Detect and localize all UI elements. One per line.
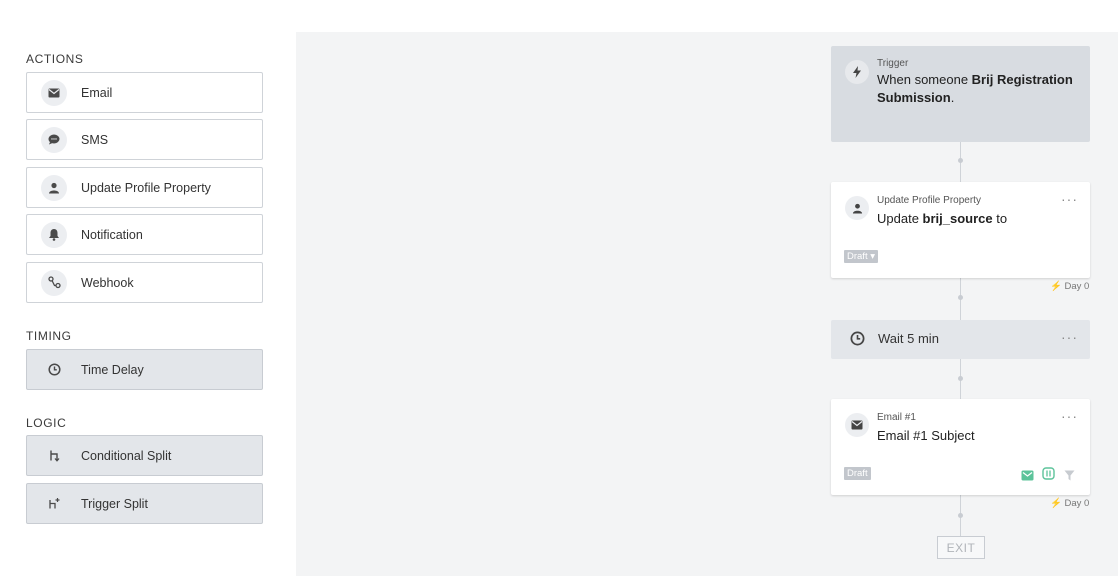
webhook-icon: [41, 269, 67, 296]
day-label: ⚡ Day 0: [1050, 498, 1090, 509]
connector-dot: [958, 376, 963, 381]
trigger-split-icon: [41, 491, 67, 517]
action-sms[interactable]: SMS: [26, 119, 263, 160]
exit-node: EXIT: [937, 536, 985, 559]
connector-dot: [958, 158, 963, 163]
draft-status-dropdown[interactable]: Draft ▾: [844, 250, 878, 263]
sidebar: ACTIONS Email SMS Update Profile Propert…: [0, 0, 296, 576]
action-update-profile-property-label: Update Profile Property: [81, 180, 211, 195]
email-content-icon[interactable]: [1021, 468, 1034, 486]
action-update-profile-property[interactable]: Update Profile Property: [26, 167, 263, 208]
email-card[interactable]: Email #1 ··· Email #1 Subject Draft: [831, 399, 1090, 495]
action-webhook-label: Webhook: [81, 275, 134, 290]
envelope-icon: [41, 79, 67, 106]
trigger-text-prefix: When someone: [877, 72, 972, 87]
update-profile-description: Update brij_source to: [877, 210, 1007, 228]
logic-trigger-split[interactable]: Trigger Split: [26, 483, 263, 524]
wait-more-button[interactable]: ···: [1061, 329, 1078, 345]
update-text-prefix: Update: [877, 211, 923, 226]
wait-text: Wait 5 min: [878, 331, 939, 346]
connector-dot: [958, 513, 963, 518]
action-webhook[interactable]: Webhook: [26, 262, 263, 303]
chat-bubble-icon: [41, 126, 67, 153]
email-label: Email #1: [877, 412, 916, 423]
envelope-icon: [845, 413, 869, 437]
person-icon: [41, 174, 67, 201]
logic-trigger-split-label: Trigger Split: [81, 496, 148, 511]
connector-dot: [958, 295, 963, 300]
update-profile-more-button[interactable]: ···: [1061, 191, 1078, 207]
bell-icon: [41, 221, 67, 248]
split-icon: [41, 443, 67, 469]
action-sms-label: SMS: [81, 132, 109, 147]
logic-conditional-split[interactable]: Conditional Split: [26, 435, 263, 476]
update-text-bold: brij_source: [922, 211, 993, 226]
trigger-description: When someone Brij Registration Submissio…: [877, 71, 1077, 107]
trigger-card[interactable]: Trigger When someone Brij Registration S…: [831, 46, 1090, 142]
update-text-suffix: to: [992, 211, 1008, 226]
timing-time-delay-label: Time Delay: [81, 362, 144, 377]
actions-section-title: ACTIONS: [26, 52, 84, 66]
logic-conditional-split-label: Conditional Split: [81, 448, 172, 463]
update-profile-label: Update Profile Property: [877, 195, 981, 206]
action-notification[interactable]: Notification: [26, 214, 263, 255]
timing-section-title: TIMING: [26, 329, 72, 343]
filter-icon[interactable]: [1064, 468, 1075, 486]
wait-card[interactable]: Wait 5 min ···: [831, 320, 1090, 359]
trigger-text-suffix: .: [950, 90, 955, 105]
update-profile-card[interactable]: Update Profile Property ··· Update brij_…: [831, 182, 1090, 278]
email-subject: Email #1 Subject: [877, 428, 975, 443]
clock-icon: [850, 331, 865, 351]
timing-time-delay[interactable]: Time Delay: [26, 349, 263, 390]
trigger-label: Trigger: [877, 58, 909, 69]
lightning-icon: [845, 60, 869, 84]
action-notification-label: Notification: [81, 227, 143, 242]
smart-sending-icon[interactable]: [1042, 467, 1055, 485]
person-icon: [845, 196, 869, 220]
day-label: ⚡ Day 0: [1050, 281, 1090, 292]
action-email-label: Email: [81, 85, 113, 100]
draft-status-badge: Draft: [844, 467, 871, 480]
action-email[interactable]: Email: [26, 72, 263, 113]
clock-icon: [41, 357, 67, 383]
logic-section-title: LOGIC: [26, 416, 67, 430]
email-more-button[interactable]: ···: [1061, 408, 1078, 424]
